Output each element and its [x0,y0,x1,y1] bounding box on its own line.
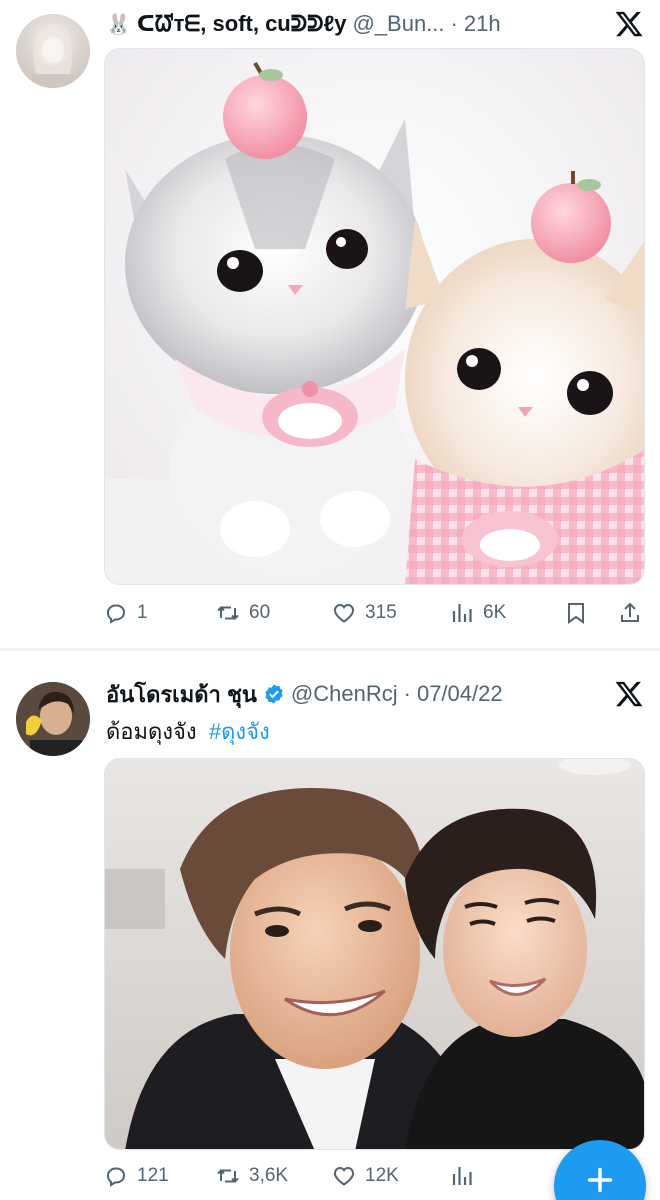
share-button[interactable] [618,598,642,628]
x-logo-icon[interactable] [614,9,644,39]
reply-button[interactable]: 121 [104,1161,169,1191]
separator-dot: · [403,681,411,706]
bunny-emoji-icon: 🐰 [106,13,131,36]
tweet-text: ด้อมดุงจัง #ดุงจัง [106,714,270,749]
display-name[interactable]: ᑕᘺᴛᗴ, soft, cuᕲᕲℓy [137,11,347,37]
selfie-photo [105,759,644,1149]
reply-count: 121 [137,1165,169,1186]
like-count: 12K [365,1165,399,1186]
heart-icon [333,1166,355,1186]
verified-badge-icon [265,684,283,704]
user-handle[interactable]: @ChenRcj [291,681,398,707]
avatar[interactable] [16,682,90,756]
views-button[interactable]: 6K [450,598,506,628]
retweet-count: 3,6K [249,1165,289,1186]
like-count: 315 [365,602,397,623]
reply-count: 1 [137,602,148,623]
reply-icon [106,1167,126,1187]
tweet-header: 🐰 ᑕᘺᴛᗴ, soft, cuᕲᕲℓy @_Bun... · 21h [106,7,600,41]
avatar[interactable] [16,14,90,88]
heart-icon [333,603,355,623]
tweet-header: อันโดรเมด้า ชุน @ChenRcj · 07/04/22 [106,677,600,711]
like-button[interactable]: 12K [332,1161,399,1191]
tweet-time[interactable]: 07/04/22 [417,681,503,707]
tweet-media-selfie[interactable] [104,758,645,1150]
kittens-photo [105,49,644,584]
views-button[interactable] [450,1161,483,1191]
tweet-body: ด้อมดุงจัง [106,719,197,744]
bookmark-icon [568,603,584,624]
views-chart-icon [452,604,472,622]
retweet-button[interactable]: 60 [216,598,270,628]
retweet-button[interactable]: 3,6K [216,1161,288,1191]
retweet-count: 60 [249,602,271,623]
reply-button[interactable]: 1 [104,598,148,628]
user-handle[interactable]: @_Bun... [352,11,444,37]
retweet-icon [217,606,239,620]
tweet-actions: 1 60 315 6K [104,598,644,628]
share-icon [621,602,639,622]
tweet[interactable]: อันโดรเมด้า ชุน @ChenRcj · 07/04/22 ด้อม… [0,650,660,1200]
hashtag-link[interactable]: #ดุงจัง [209,719,270,744]
x-logo-icon[interactable] [614,679,644,709]
plus-icon [587,1167,613,1193]
reply-icon [106,604,126,624]
view-count: 6K [483,602,507,623]
tweet-time[interactable]: 21h [464,11,501,37]
display-name[interactable]: อันโดรเมด้า ชุน [106,677,257,711]
tweet[interactable]: 🐰 ᑕᘺᴛᗴ, soft, cuᕲᕲℓy @_Bun... · 21h 1 60… [0,0,660,650]
bookmark-button[interactable] [564,598,588,628]
separator-dot: · [450,11,458,36]
tweet-media-kittens[interactable] [104,48,645,585]
retweet-icon [217,1169,239,1183]
views-chart-icon [452,1167,472,1185]
like-button[interactable]: 315 [332,598,397,628]
